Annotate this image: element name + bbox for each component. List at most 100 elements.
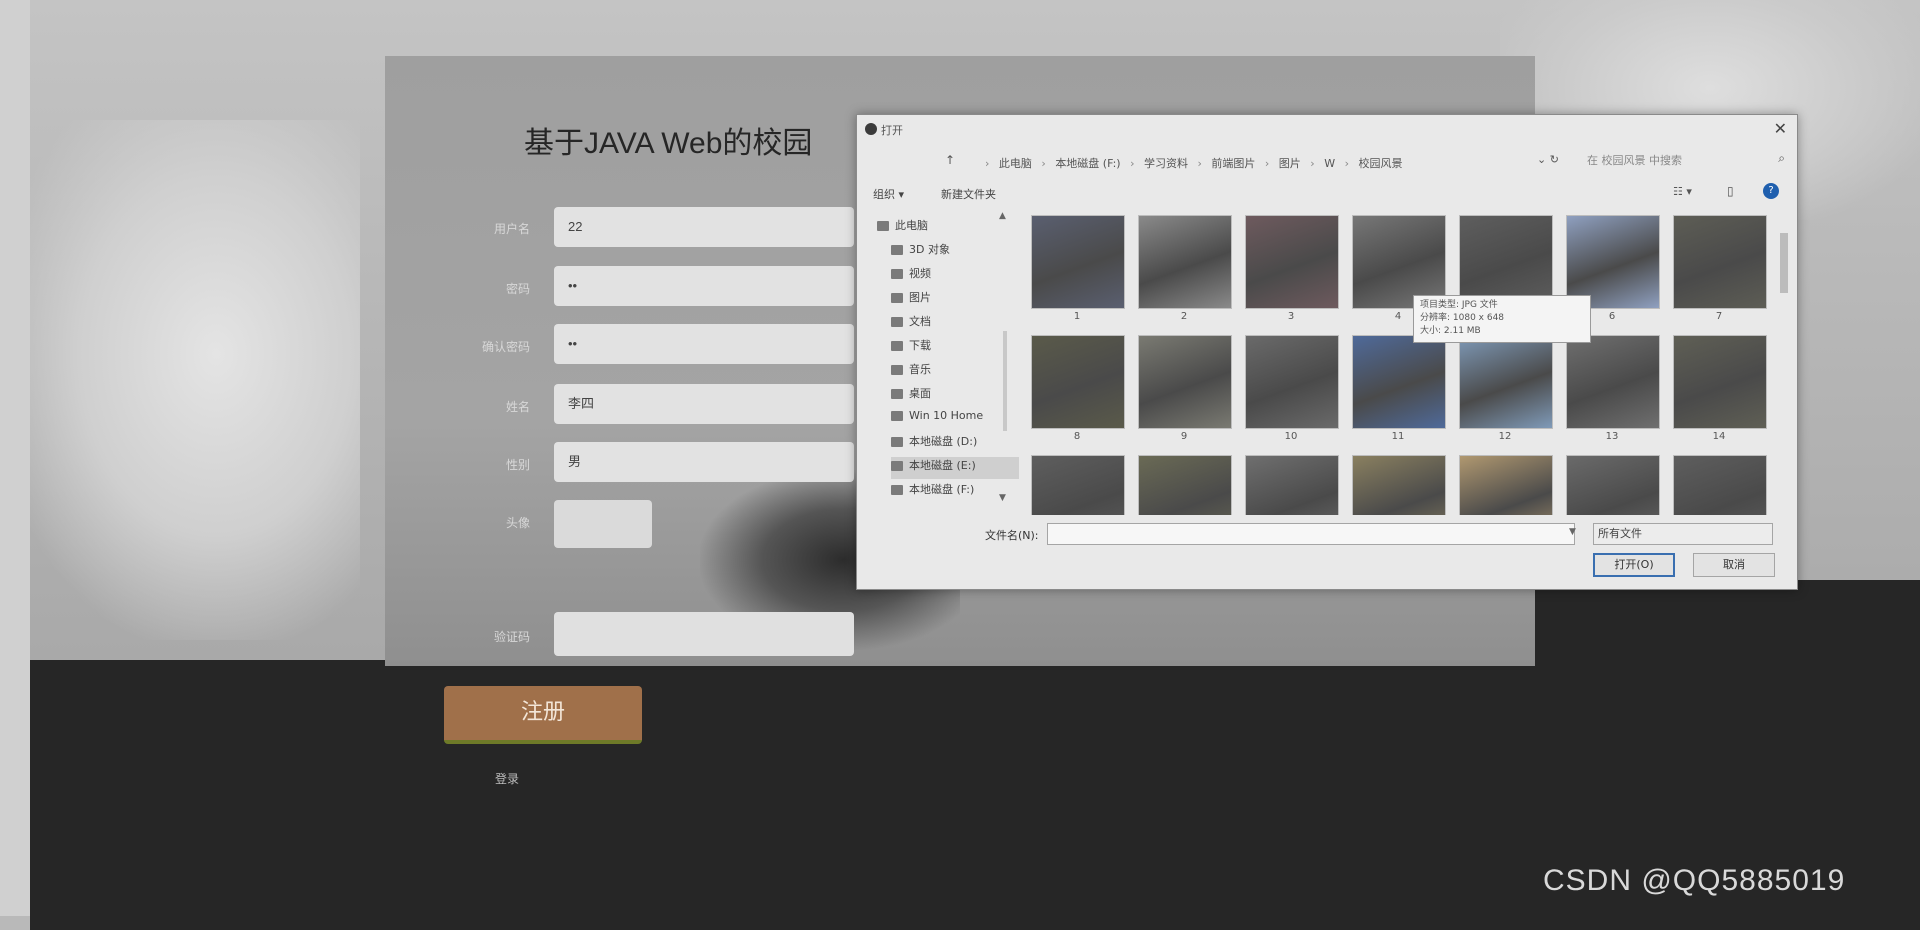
crumb-frontend-images[interactable]: 前端图片 bbox=[1211, 155, 1255, 171]
tooltip-resolution: 分辨率: 1080 x 648 bbox=[1420, 313, 1505, 323]
file-name[interactable]: 14 bbox=[1673, 431, 1765, 442]
nav-item[interactable]: 文档 bbox=[891, 313, 1019, 335]
file-name[interactable]: 3 bbox=[1245, 311, 1337, 322]
name-input[interactable]: 李四 bbox=[554, 384, 854, 424]
crumb-w[interactable]: W bbox=[1324, 157, 1335, 170]
file-thumbnail[interactable] bbox=[1459, 335, 1553, 429]
cancel-button[interactable]: 取消 bbox=[1693, 553, 1775, 577]
filename-input[interactable] bbox=[1047, 523, 1575, 545]
preview-pane-icon[interactable]: ▯ bbox=[1727, 184, 1734, 198]
code-input[interactable] bbox=[554, 612, 854, 656]
help-icon[interactable]: ? bbox=[1763, 183, 1779, 199]
file-type-select[interactable]: 所有文件 bbox=[1593, 523, 1773, 545]
music-icon bbox=[891, 365, 903, 375]
nav-item-label: 下载 bbox=[909, 339, 931, 352]
file-thumbnail[interactable] bbox=[1673, 455, 1767, 515]
download-icon bbox=[891, 341, 903, 351]
avatar-upload[interactable] bbox=[554, 500, 652, 548]
password-input[interactable]: •• bbox=[554, 266, 854, 306]
file-name[interactable]: 8 bbox=[1031, 431, 1123, 442]
organize-button[interactable]: 组织 ▾ bbox=[873, 186, 904, 202]
nav-item[interactable]: 音乐 bbox=[891, 361, 1019, 383]
file-thumbnail[interactable] bbox=[1459, 455, 1553, 515]
file-tooltip: 项目类型: JPG 文件 分辨率: 1080 x 648 大小: 2.11 MB bbox=[1413, 295, 1591, 343]
file-grid: 1234567891011121314 bbox=[1031, 215, 1771, 515]
chevron-right-icon: › bbox=[1344, 157, 1349, 170]
address-bar: ↑ › 此电脑 › 本地磁盘 (F:) › 学习资料 › 前端图片 › 图片 ›… bbox=[857, 147, 1797, 177]
nav-item[interactable]: 本地磁盘 (D:) bbox=[891, 433, 1019, 455]
file-name[interactable]: 13 bbox=[1566, 431, 1658, 442]
video-icon bbox=[891, 269, 903, 279]
refresh-icon[interactable]: ↻ bbox=[1550, 153, 1559, 166]
scrollbar-thumb[interactable] bbox=[1780, 233, 1788, 293]
file-name[interactable]: 7 bbox=[1673, 311, 1765, 322]
gender-input[interactable]: 男 bbox=[554, 442, 854, 482]
open-button[interactable]: 打开(O) bbox=[1593, 553, 1675, 577]
nav-item[interactable]: 3D 对象 bbox=[891, 241, 1019, 263]
file-name[interactable]: 12 bbox=[1459, 431, 1551, 442]
confirm-password-label: 确认密码 bbox=[481, 340, 530, 354]
page-title: 基于JAVA Web的校园 bbox=[524, 127, 813, 160]
register-button[interactable]: 注册 bbox=[444, 686, 642, 744]
navigation-pane: ▲ ▼ 此电脑 3D 对象 视频 图片 文档 下载 音乐 桌面 Win 10 Home 本地磁盘 … bbox=[857, 211, 1019, 511]
crumb-images[interactable]: 图片 bbox=[1279, 155, 1301, 171]
nav-item[interactable]: 下载 bbox=[891, 337, 1019, 359]
watermark: CSDN @QQ5885019 bbox=[1543, 864, 1846, 897]
file-thumbnail[interactable] bbox=[1245, 335, 1339, 429]
crumb-this-pc[interactable]: 此电脑 bbox=[999, 155, 1032, 171]
file-thumbnail[interactable] bbox=[1031, 335, 1125, 429]
chevron-down-icon[interactable]: ⌄ bbox=[1537, 153, 1546, 166]
crumb-drive-f[interactable]: 本地磁盘 (F:) bbox=[1055, 155, 1120, 171]
view-options-button[interactable]: ☷ ▾ bbox=[1673, 185, 1692, 198]
chevron-right-icon: › bbox=[985, 157, 990, 170]
file-thumbnail[interactable] bbox=[1138, 455, 1232, 515]
file-thumbnail[interactable] bbox=[1673, 215, 1767, 309]
search-input[interactable]: 在 校园风景 中搜索 bbox=[1583, 151, 1773, 171]
confirm-password-input[interactable]: •• bbox=[554, 324, 854, 364]
file-thumbnail[interactable] bbox=[1031, 455, 1125, 515]
crumb-study[interactable]: 学习资料 bbox=[1144, 155, 1188, 171]
username-input[interactable]: 22 bbox=[554, 207, 854, 247]
file-thumbnail[interactable] bbox=[1566, 455, 1660, 515]
nav-item[interactable]: 视频 bbox=[891, 265, 1019, 287]
login-link[interactable]: 登录 bbox=[495, 770, 519, 787]
chevron-right-icon: › bbox=[1310, 157, 1315, 170]
grid-scrollbar[interactable] bbox=[1777, 213, 1791, 513]
crumb-campus[interactable]: 校园风景 bbox=[1359, 155, 1403, 171]
file-thumbnail[interactable] bbox=[1031, 215, 1125, 309]
file-thumbnail[interactable] bbox=[1566, 335, 1660, 429]
nav-item[interactable]: 本地磁盘 (F:) bbox=[891, 481, 1019, 503]
file-name[interactable]: 1 bbox=[1031, 311, 1123, 322]
gender-label: 性别 bbox=[505, 458, 530, 472]
nav-item[interactable]: 桌面 bbox=[891, 385, 1019, 407]
file-name[interactable]: 9 bbox=[1138, 431, 1230, 442]
address-dropdown-icon[interactable]: ⌄ ↻ bbox=[1537, 153, 1559, 166]
file-thumbnail[interactable] bbox=[1352, 335, 1446, 429]
nav-item-label: 视频 bbox=[909, 267, 931, 280]
drive-icon bbox=[891, 461, 903, 471]
breadcrumb: › 此电脑 › 本地磁盘 (F:) › 学习资料 › 前端图片 › 图片 › W… bbox=[985, 155, 1409, 171]
nav-item[interactable]: 此电脑 bbox=[877, 217, 1005, 239]
up-arrow-icon[interactable]: ↑ bbox=[945, 153, 955, 167]
nav-item[interactable]: 图片 bbox=[891, 289, 1019, 311]
chevron-down-icon[interactable]: ▼ bbox=[1569, 527, 1576, 537]
tooltip-type: 项目类型: JPG 文件 bbox=[1420, 300, 1498, 310]
file-thumbnail[interactable] bbox=[1138, 215, 1232, 309]
file-name[interactable]: 10 bbox=[1245, 431, 1337, 442]
search-icon[interactable]: ⌕ bbox=[1778, 151, 1785, 166]
nav-item[interactable]: 本地磁盘 (E:) bbox=[891, 457, 1019, 479]
chevron-right-icon: › bbox=[1041, 157, 1046, 170]
file-thumbnail[interactable] bbox=[1352, 455, 1446, 515]
file-name[interactable]: 2 bbox=[1138, 311, 1230, 322]
file-thumbnail[interactable] bbox=[1245, 215, 1339, 309]
file-name[interactable]: 11 bbox=[1352, 431, 1444, 442]
file-thumbnail[interactable] bbox=[1138, 335, 1232, 429]
chevron-right-icon: › bbox=[1197, 157, 1202, 170]
close-icon[interactable]: ✕ bbox=[1774, 119, 1787, 138]
file-thumbnail[interactable] bbox=[1245, 455, 1339, 515]
new-folder-button[interactable]: 新建文件夹 bbox=[941, 186, 996, 202]
chrome-icon bbox=[865, 123, 877, 135]
nav-item[interactable]: Win 10 Home bbox=[891, 409, 1019, 431]
file-thumbnail[interactable] bbox=[1673, 335, 1767, 429]
nav-item-label: 3D 对象 bbox=[909, 243, 950, 256]
